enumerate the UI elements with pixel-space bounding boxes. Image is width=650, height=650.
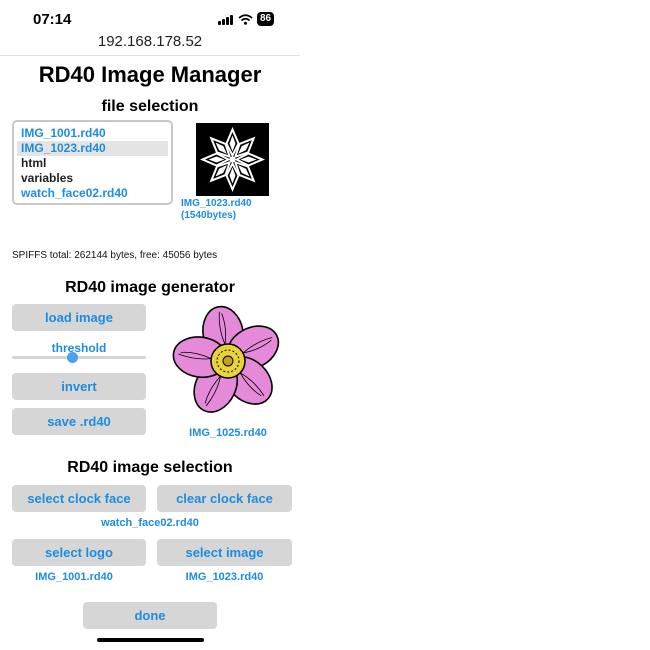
url-bar[interactable]: 192.168.178.52: [0, 33, 300, 50]
status-time: 07:14: [33, 11, 72, 28]
done-button[interactable]: done: [83, 602, 217, 629]
save-rd40-button[interactable]: save .rd40: [12, 408, 146, 435]
clock-face-filename: watch_face02.rd40: [101, 517, 199, 529]
threshold-slider[interactable]: [12, 356, 146, 359]
load-image-button[interactable]: load image: [12, 304, 146, 331]
file-list-item[interactable]: IMG_1023.rd40: [17, 141, 168, 156]
clear-clock-face-button[interactable]: clear clock face: [157, 485, 292, 512]
select-image-button[interactable]: select image: [157, 539, 292, 566]
spiffs-info: SPIFFS total: 262144 bytes, free: 45056 …: [12, 250, 218, 261]
file-list-item[interactable]: watch_face02.rd40: [17, 186, 168, 201]
file-list-item[interactable]: IMG_1001.rd40: [17, 126, 168, 141]
preview-filename: IMG_1023.rd40: [181, 198, 252, 209]
file-list-item[interactable]: variables: [17, 171, 168, 186]
star-pattern-icon: [199, 126, 266, 193]
page-title: RD40 Image Manager: [38, 62, 262, 87]
select-logo-button[interactable]: select logo: [12, 539, 146, 566]
selected-image-preview: [196, 123, 269, 196]
flower-image: [172, 305, 280, 413]
home-indicator[interactable]: [97, 638, 204, 642]
battery-icon: 86: [257, 12, 275, 26]
file-selection-heading: file selection: [101, 98, 199, 115]
wifi-icon: [238, 13, 253, 25]
divider: [0, 55, 300, 56]
status-icons: 86: [218, 12, 275, 26]
threshold-label: threshold: [51, 341, 107, 355]
invert-button[interactable]: invert: [12, 373, 146, 400]
file-list-item[interactable]: html: [17, 156, 168, 171]
file-list[interactable]: IMG_1001.rd40 IMG_1023.rd40 html variables w…: [12, 120, 173, 205]
threshold-slider-thumb[interactable]: [67, 352, 79, 363]
preview-filesize: (1540bytes): [181, 210, 237, 221]
logo-filename: IMG_1001.rd40: [35, 571, 113, 583]
signal-icon: [218, 14, 234, 25]
generator-heading: RD40 image generator: [65, 279, 235, 296]
selection-heading: RD40 image selection: [67, 459, 233, 476]
image-filename: IMG_1023.rd40: [185, 571, 264, 583]
generator-preview-filename: IMG_1025.rd40: [189, 427, 267, 439]
select-clock-face-button[interactable]: select clock face: [12, 485, 146, 512]
